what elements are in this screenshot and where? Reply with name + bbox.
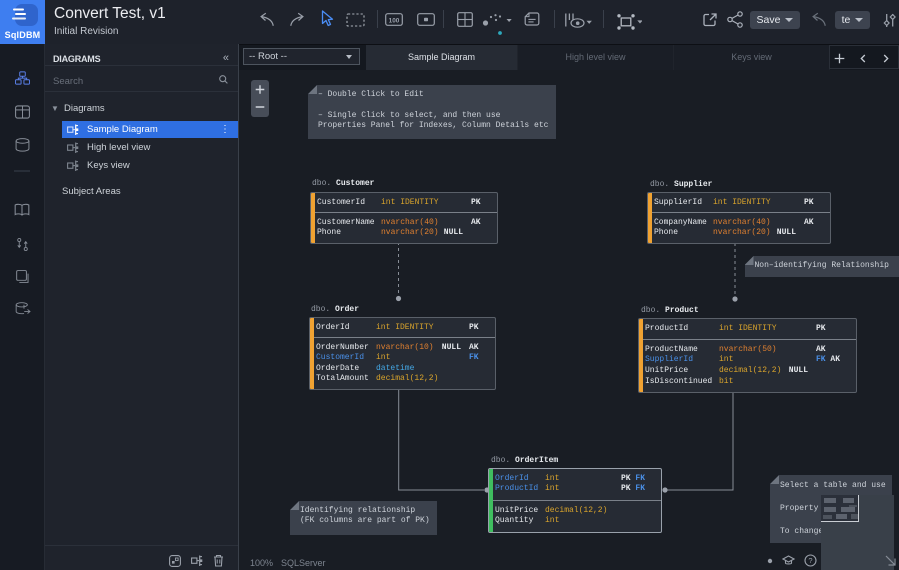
svg-text:100: 100 [389,17,400,24]
svg-text:?: ? [808,556,812,565]
